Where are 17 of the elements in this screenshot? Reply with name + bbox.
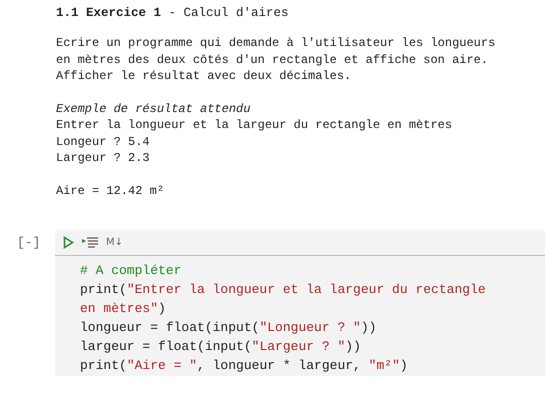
code-line: print("Aire = ", longueur * largeur, "m²") <box>80 357 409 375</box>
output-line: Longeur ? 5.4 <box>56 134 151 150</box>
output-line: Aire = 12.42 m² <box>56 182 166 199</box>
cell-heading: 1.1 Exercice 1 - Calcul d'aires <box>56 6 289 20</box>
instructions-paragraph: Ecrire un programme qui demande à l'utilisateur les longueurs en mètres des deux côtés d'un rectangle et affiche son aire. Afficher le résultat avec deux décimales. <box>56 35 496 84</box>
output-line: Largeur ? 2.3 <box>56 150 151 166</box>
code-line: # A compléter <box>80 262 182 280</box>
code-line: en mètres") <box>80 300 167 318</box>
run-lines-icon[interactable] <box>81 236 99 250</box>
code-line: largeur = float(input("Largeur ? ")) <box>80 338 362 356</box>
example-title: Exemple de résultat attendu <box>56 100 252 117</box>
output-line: Entrer la longueur et la largeur du rectangle en mètres <box>56 117 454 134</box>
code-line: print("Entrer la longueur et la largeur du rectangle <box>80 281 487 299</box>
execution-count: [-] <box>16 234 42 252</box>
code-line: longueur = float(input("Longueur ? ")) <box>80 319 378 337</box>
markdown-button[interactable]: M↓ <box>106 237 124 248</box>
run-icon[interactable] <box>63 236 74 249</box>
